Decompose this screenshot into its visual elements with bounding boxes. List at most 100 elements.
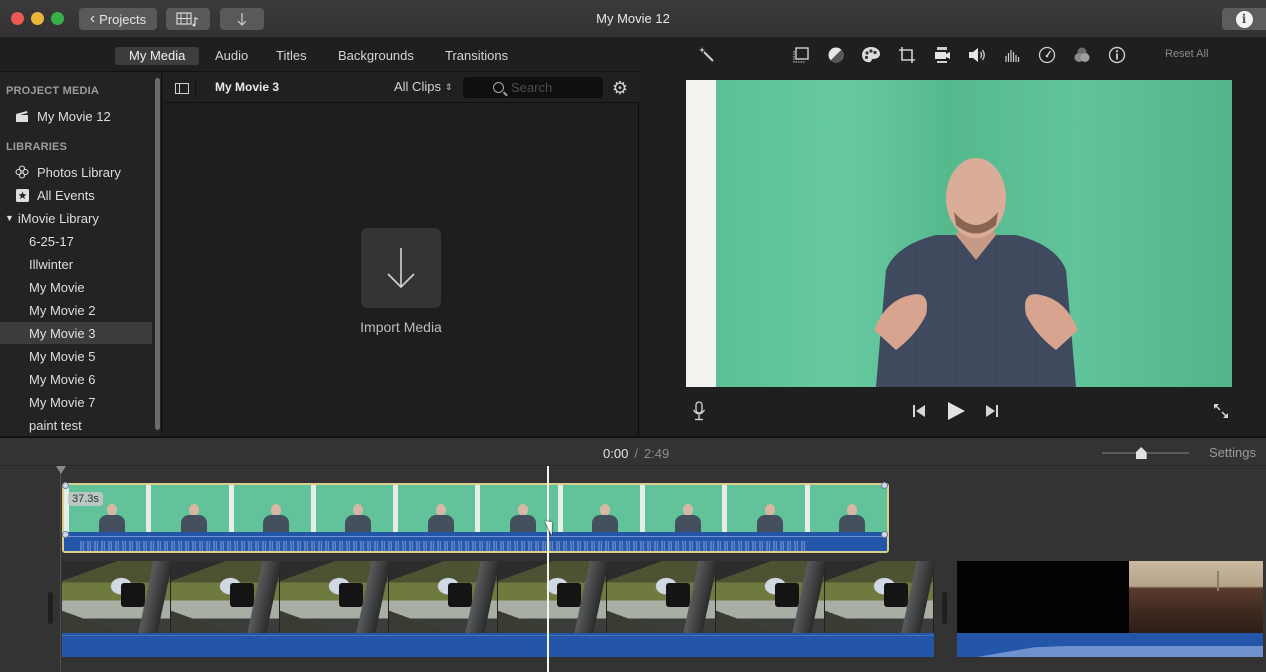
- fullscreen-icon[interactable]: [1210, 400, 1232, 422]
- filmstrip-frame: [498, 561, 610, 633]
- sidebar-event-item[interactable]: paint test: [0, 414, 152, 436]
- skip-back-icon[interactable]: [910, 400, 928, 422]
- primary-video-clip[interactable]: [62, 561, 934, 657]
- tab-audio[interactable]: Audio: [201, 47, 262, 65]
- presenter-thumbnail: [345, 504, 372, 532]
- volume-line[interactable]: [64, 536, 887, 537]
- total-duration: 2:49: [643, 446, 670, 461]
- libraries-sidebar: PROJECT MEDIA My Movie 12 LIBRARIES Phot…: [0, 72, 162, 436]
- volume-handle[interactable]: [62, 531, 69, 538]
- playhead[interactable]: [547, 466, 549, 672]
- sidebar-event-item-selected[interactable]: My Movie 3: [0, 322, 152, 344]
- sidebar-event-item[interactable]: My Movie 5: [0, 345, 152, 367]
- project-media-heading: PROJECT MEDIA: [6, 85, 100, 97]
- timecode: 0:00 / 2:49: [603, 446, 669, 461]
- toggle-sidebar-button[interactable]: [168, 78, 196, 98]
- filmstrip-frame: [146, 485, 229, 532]
- inspector-toggle-button[interactable]: i: [1222, 8, 1266, 30]
- sidebar-event-item[interactable]: My Movie: [0, 276, 152, 298]
- import-media-button[interactable]: [361, 228, 441, 308]
- libraries-heading: LIBRARIES: [6, 141, 68, 153]
- event-label: My Movie 2: [29, 302, 96, 318]
- stabilization-icon[interactable]: [931, 45, 953, 65]
- sidebar-item-project[interactable]: My Movie 12: [0, 105, 152, 127]
- sidebar-event-item[interactable]: 6-25-17: [0, 230, 152, 252]
- filmstrip-frame: [393, 485, 476, 532]
- tab-titles[interactable]: Titles: [262, 47, 321, 65]
- browser-tabs: My Media Audio Titles Backgrounds Transi…: [0, 38, 639, 72]
- presenter-figure: [874, 158, 1078, 387]
- tab-transitions[interactable]: Transitions: [431, 47, 522, 65]
- noise-reduction-icon[interactable]: [1001, 45, 1023, 65]
- presenter-thumbnail: [756, 504, 783, 532]
- timeline-zoom-thumb[interactable]: [1135, 447, 1147, 459]
- star-icon: [15, 188, 29, 202]
- speed-icon[interactable]: [1036, 45, 1058, 65]
- sidebar-event-item[interactable]: My Movie 2: [0, 299, 152, 321]
- sidebar-event-item[interactable]: Illwinter: [0, 253, 152, 275]
- title-bar: ‹ Projects My Movie 12 i: [0, 0, 1266, 38]
- tower-silhouette: [1217, 571, 1219, 591]
- filmstrip-frame: [228, 485, 311, 532]
- fade-handle[interactable]: [62, 482, 69, 489]
- filmstrip-frame: [825, 561, 934, 633]
- sidebar-item-all-events[interactable]: All Events: [0, 184, 152, 206]
- ending-video-clip[interactable]: [957, 561, 1263, 657]
- search-icon: [493, 82, 504, 93]
- viewer: [640, 72, 1266, 436]
- event-label: My Movie 5: [29, 348, 96, 364]
- waveform: [977, 644, 1263, 657]
- search-input[interactable]: [511, 80, 573, 95]
- sidebar-toggle-icon: [174, 82, 189, 94]
- event-label: My Movie 7: [29, 394, 96, 410]
- disclosure-triangle-icon[interactable]: ▼: [5, 213, 14, 223]
- clip-filter-icon[interactable]: [1071, 45, 1093, 65]
- ending-audio-waveform: [957, 633, 1263, 657]
- sidebar-item-imovie-library[interactable]: ▼ iMovie Library: [0, 207, 152, 229]
- filmstrip-frame: [171, 561, 283, 633]
- adjustments-toolbar: Reset All: [640, 38, 1266, 72]
- volume-handle[interactable]: [881, 531, 888, 538]
- reset-all-button[interactable]: Reset All: [1165, 48, 1208, 60]
- timeline[interactable]: [0, 466, 1266, 672]
- sidebar-event-item[interactable]: My Movie 6: [0, 368, 152, 390]
- current-time: 0:00: [603, 446, 629, 461]
- overlay-audio-waveform: [64, 532, 887, 551]
- sidebar-item-photos-library[interactable]: Photos Library: [0, 161, 152, 183]
- color-balance-icon[interactable]: [790, 45, 812, 65]
- clip-info-icon[interactable]: [1106, 45, 1128, 65]
- clip-edge-grip[interactable]: [48, 592, 53, 624]
- filmstrip-frame: [389, 561, 501, 633]
- event-label: paint test: [29, 417, 82, 433]
- search-field[interactable]: [463, 77, 603, 98]
- timeline-start-line: [60, 466, 61, 672]
- crop-icon[interactable]: [896, 45, 918, 65]
- color-palette-icon[interactable]: [860, 45, 882, 65]
- microphone-icon[interactable]: [690, 400, 708, 422]
- tab-backgrounds[interactable]: Backgrounds: [324, 47, 428, 65]
- event-label: My Movie: [29, 279, 85, 295]
- sidebar-event-item[interactable]: My Movie 7: [0, 391, 152, 413]
- presenter-thumbnail: [592, 504, 619, 532]
- timeline-settings-button[interactable]: Settings: [1209, 445, 1256, 460]
- time-separator: /: [634, 446, 638, 461]
- event-label: My Movie 6: [29, 371, 96, 387]
- tab-my-media[interactable]: My Media: [115, 47, 200, 65]
- play-icon[interactable]: [945, 400, 967, 422]
- clip-filter-select[interactable]: All Clips ⇕: [394, 79, 453, 94]
- clip-edge-grip[interactable]: [942, 592, 947, 624]
- gear-icon[interactable]: ⚙: [610, 78, 630, 98]
- clip-filter-value: All Clips: [394, 79, 441, 94]
- fade-handle[interactable]: [881, 482, 888, 489]
- green-screen-overlay-clip[interactable]: [62, 483, 889, 553]
- sidebar-scrollbar[interactable]: [155, 78, 160, 430]
- presenter-thumbnail: [98, 504, 125, 532]
- color-correction-icon[interactable]: [825, 45, 847, 65]
- skip-forward-icon[interactable]: [983, 400, 1001, 422]
- timeline-start-marker: [56, 466, 66, 474]
- waveform: [80, 541, 807, 551]
- volume-icon[interactable]: [966, 45, 988, 65]
- magic-wand-icon[interactable]: [696, 45, 718, 65]
- black-frame: [957, 561, 1129, 633]
- presenter-thumbnail: [263, 504, 290, 532]
